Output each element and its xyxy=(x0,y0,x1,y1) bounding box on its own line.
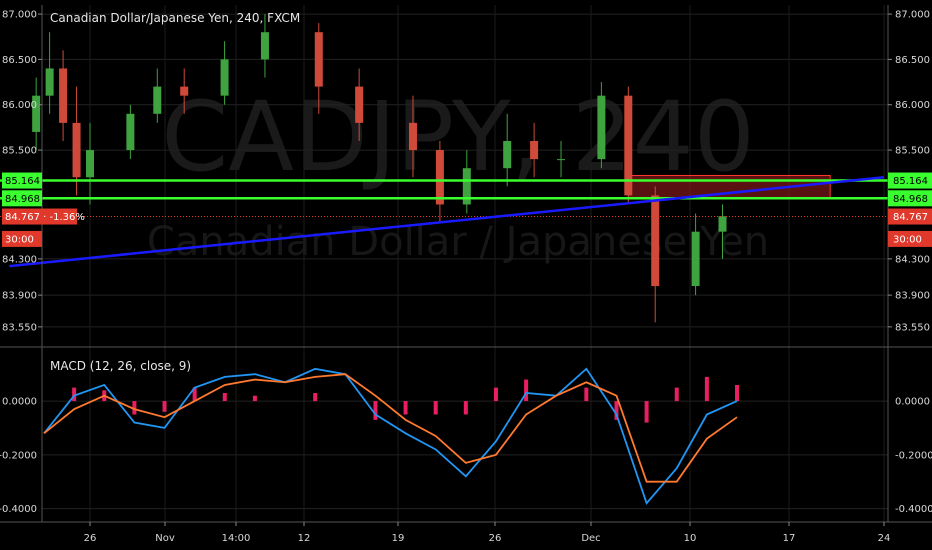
price-tick-label-right: 87.000 xyxy=(895,10,930,21)
macd-tick-label-left: -0.2000 xyxy=(0,450,37,461)
macd-panel xyxy=(43,367,739,505)
price-tick-label-left: 83.550 xyxy=(2,322,37,333)
macd-histogram-bar xyxy=(524,379,529,402)
macd-tick-label-left: 0.0000 xyxy=(2,397,37,408)
candle-body xyxy=(718,216,727,232)
macd-histogram-bar xyxy=(252,395,257,402)
chart-canvas[interactable]: CADJPY, 240 Canadian Dollar / Japanese Y… xyxy=(0,0,932,550)
candle-body xyxy=(260,32,269,60)
macd-title: MACD (12, 26, close, 9) xyxy=(50,359,191,373)
price-tick-label-left: 83.900 xyxy=(2,291,37,302)
candle-body xyxy=(408,122,417,151)
candle-body xyxy=(691,231,700,287)
macd-histogram-bar xyxy=(584,387,589,402)
macd-histogram-bar xyxy=(222,393,227,402)
price-tick-label-right: 83.900 xyxy=(895,291,930,302)
candle-body xyxy=(651,195,660,287)
time-tick-label: 24 xyxy=(878,533,891,544)
time-tick-label: 12 xyxy=(298,533,311,544)
candle-body xyxy=(314,32,323,87)
candle-body xyxy=(126,113,135,151)
price-tick-label-right: 85.500 xyxy=(895,146,930,157)
macd-histogram-bar xyxy=(433,401,438,415)
price-tick-label-left: 87.000 xyxy=(2,10,37,21)
candle-body xyxy=(597,95,606,160)
candle-body xyxy=(45,68,54,96)
candle-body xyxy=(153,86,162,114)
macd-tick-label-right: -0.4000 xyxy=(895,504,932,515)
candle-body xyxy=(355,86,364,123)
macd-histogram-bar xyxy=(403,401,408,415)
price-tag-right: 84.767 xyxy=(893,212,928,223)
macd-histogram-bar xyxy=(674,387,679,402)
price-tick-label-right: 83.550 xyxy=(895,322,930,333)
candle-body xyxy=(86,150,94,178)
candle-body xyxy=(557,159,566,161)
candle-body xyxy=(72,122,81,178)
macd-line-macd xyxy=(43,367,738,505)
macd-histogram-bar xyxy=(735,384,739,402)
candle-body xyxy=(220,59,229,96)
macd-histogram-bar xyxy=(704,376,709,402)
time-tick-label: 17 xyxy=(783,533,796,544)
price-tick-label-left: 86.500 xyxy=(2,55,37,66)
price-tag-right: 85.164 xyxy=(893,176,928,187)
price-tag-left: 84.968 xyxy=(5,194,40,205)
time-tick-label: Nov xyxy=(155,533,175,544)
candle-body xyxy=(180,86,189,96)
price-tag-left: 85.164 xyxy=(5,176,40,187)
price-tick-label-right: 86.500 xyxy=(895,55,930,66)
macd-histogram-bar xyxy=(463,401,468,415)
price-tick-label-left: 85.500 xyxy=(2,146,37,157)
time-tick-label: 10 xyxy=(684,533,697,544)
time-tick-label: 19 xyxy=(392,533,405,544)
macd-histogram-bar xyxy=(373,401,378,420)
price-tag-right: 30:00 xyxy=(893,234,922,245)
time-tick-label: 26 xyxy=(489,533,502,544)
price-tick-label-left: 86.000 xyxy=(2,100,37,111)
time-tick-label: Dec xyxy=(581,533,600,544)
time-tick-label: 26 xyxy=(84,533,97,544)
time-tick-label: 14:00 xyxy=(222,533,251,544)
macd-histogram-bar xyxy=(313,393,318,402)
price-tick-label-right: 84.300 xyxy=(895,254,930,265)
price-tag-left: 30:00 xyxy=(5,234,34,245)
macd-histogram-bar xyxy=(162,401,167,412)
candle-body xyxy=(435,150,444,205)
macd-tick-label-right: -0.2000 xyxy=(895,450,932,461)
price-tag-left: 84.767 · -1.36% xyxy=(5,212,85,223)
chart-title: Canadian Dollar/Japanese Yen, 240, FXCM xyxy=(50,11,300,25)
macd-tick-label-left: -0.4000 xyxy=(0,504,37,515)
candle-body xyxy=(530,141,539,160)
price-tag-right: 84.968 xyxy=(893,194,928,205)
macd-histogram-bar xyxy=(493,387,498,402)
price-tick-label-right: 86.000 xyxy=(895,100,930,111)
macd-histogram-bar xyxy=(644,401,649,423)
candle-body xyxy=(59,68,68,123)
macd-tick-label-right: 0.0000 xyxy=(895,397,930,408)
candle-body xyxy=(503,141,512,169)
price-tick-label-left: 84.300 xyxy=(2,254,37,265)
